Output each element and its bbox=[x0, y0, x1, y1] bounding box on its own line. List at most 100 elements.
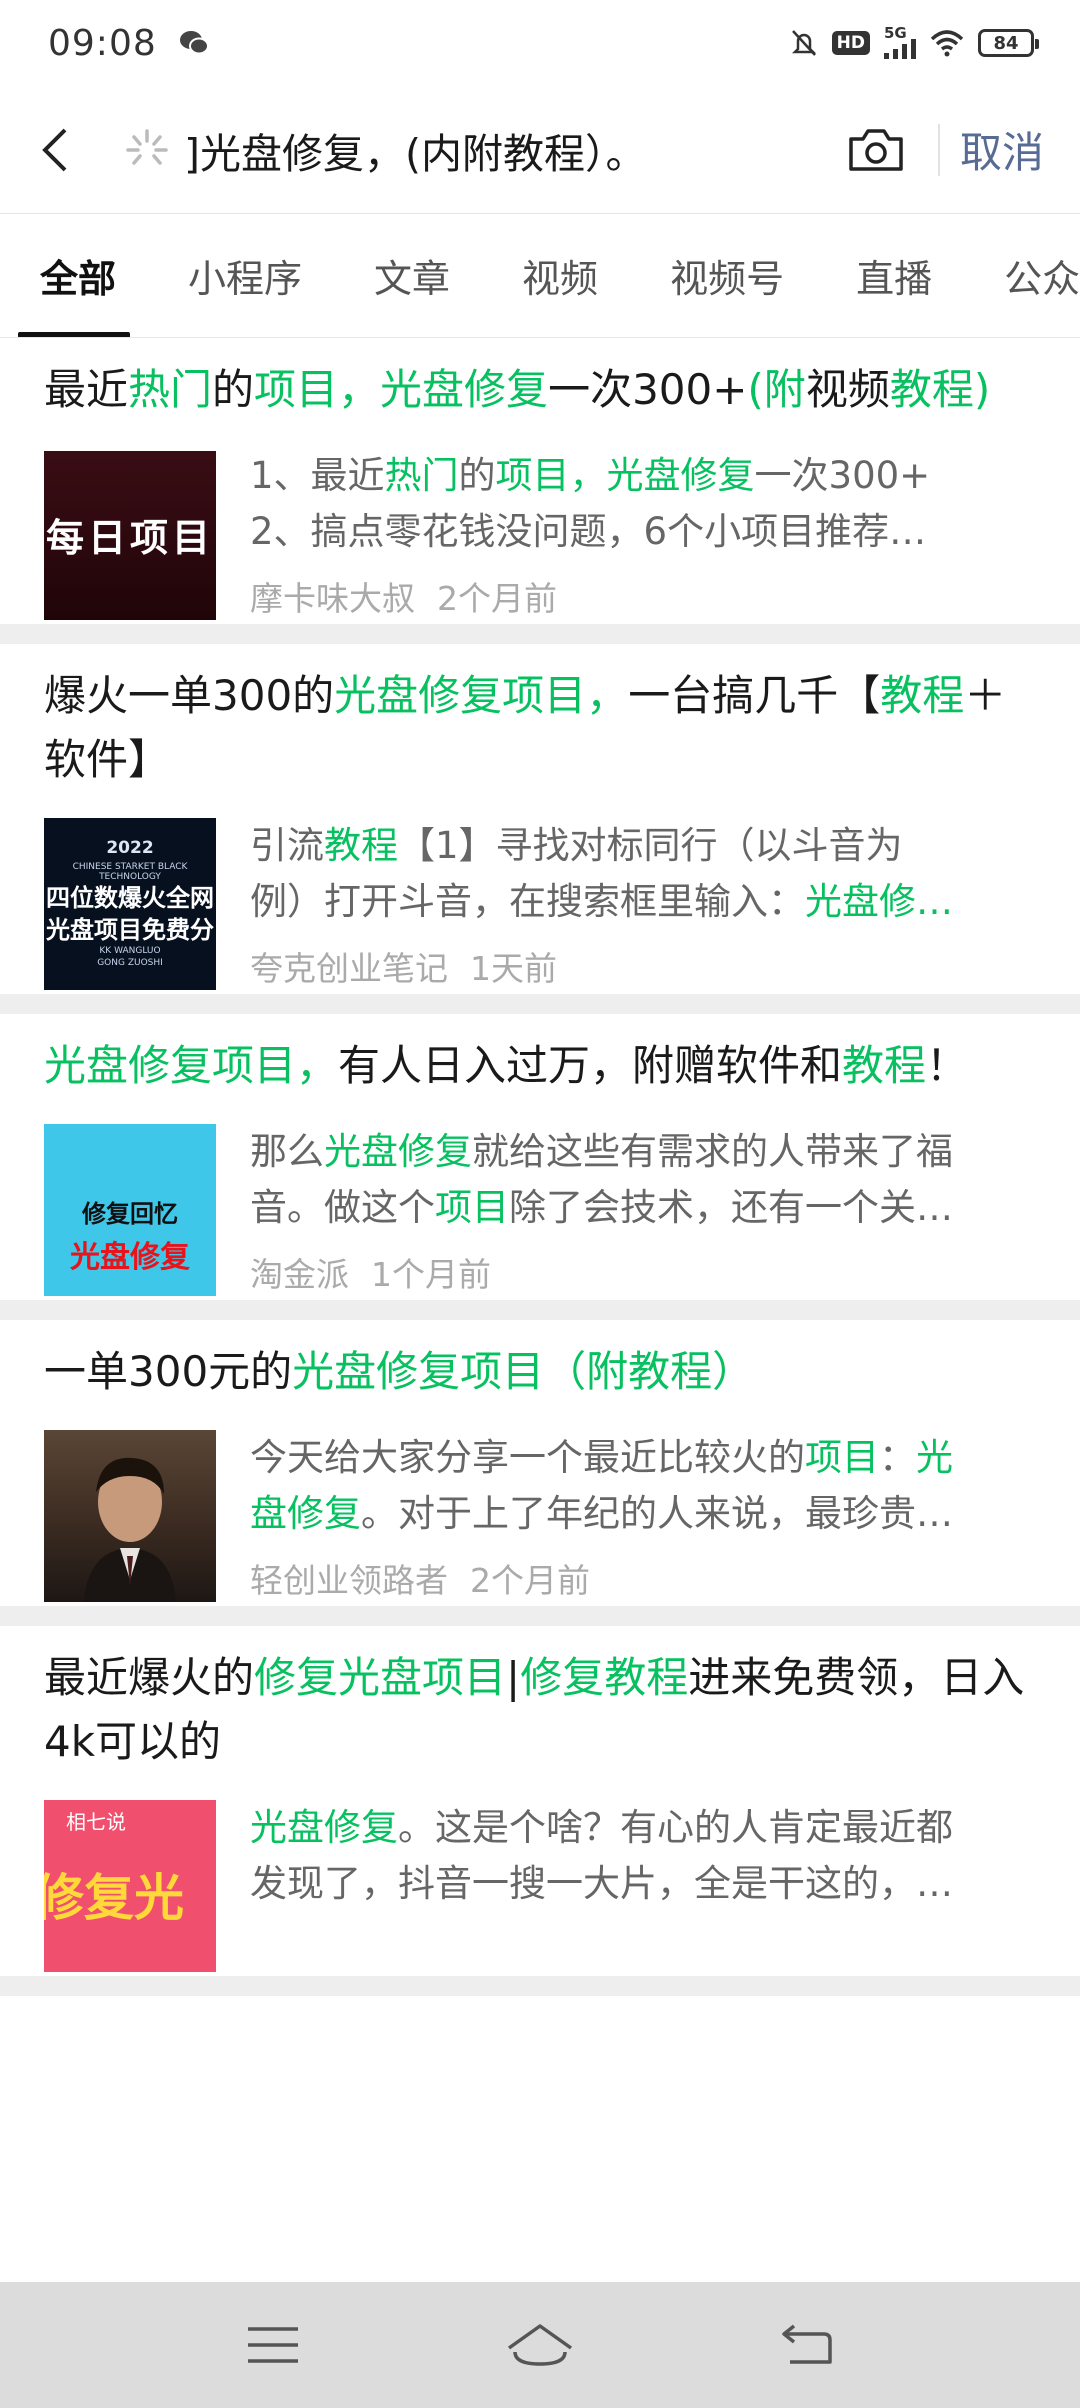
text-segment: 除了会技术，还有一个关… bbox=[509, 1186, 953, 1229]
result-time: 2个月前 bbox=[437, 579, 557, 618]
home-button[interactable] bbox=[480, 2295, 600, 2395]
text-segment: ！ bbox=[926, 1041, 969, 1090]
highlight-text: 项目，光盘修复 bbox=[254, 365, 549, 414]
tab-all[interactable]: 全部 bbox=[0, 214, 152, 337]
signal-icon bbox=[884, 39, 916, 59]
highlight-text: 教程 bbox=[324, 824, 398, 867]
result-card[interactable]: 爆火一单300的光盘修复项目，一台搞几千【教程＋软件】 2022 CHINESE… bbox=[0, 644, 1080, 1014]
cancel-button[interactable]: 取消 bbox=[960, 119, 1044, 180]
highlight-text: (附 bbox=[747, 365, 806, 414]
result-card[interactable]: 光盘修复项目，有人日入过万，附赠软件和教程！ 修复回忆 光盘修复 那么光盘修复就… bbox=[0, 1014, 1080, 1320]
text-segment: 音。做这个 bbox=[250, 1186, 435, 1229]
signal-group: 5G bbox=[884, 26, 916, 59]
thumbnail-caption1: KK WANGLUO bbox=[99, 946, 161, 956]
search-header: ]光盘修复，(内附教程）。 取消 bbox=[0, 86, 1080, 214]
result-title[interactable]: 光盘修复项目，有人日入过万，附赠软件和教程！ bbox=[44, 1034, 1036, 1098]
battery-indicator: 84 bbox=[978, 29, 1039, 57]
text-segment: 的 bbox=[458, 454, 496, 497]
snippet-line: 例）打开斗音，在搜索框里输入：光盘修… bbox=[250, 874, 1036, 930]
tab-mini-programs[interactable]: 小程序 bbox=[152, 214, 338, 337]
status-icons: HD 5G 84 bbox=[790, 26, 1039, 59]
tab-articles[interactable]: 文章 bbox=[338, 214, 486, 337]
menu-icon bbox=[248, 2327, 299, 2363]
thumbnail-label: 相七说 bbox=[66, 1810, 126, 1834]
portrait-image bbox=[84, 1457, 176, 1602]
thumbnail-line1: 修复回忆 bbox=[82, 1200, 178, 1228]
result-body: 2022 CHINESE STARKET BLACK TECHNOLOGY 四位… bbox=[44, 818, 1036, 994]
result-text: 1、最近热门的项目，光盘修复一次300+ 2、搞点零花钱没问题，6个小项目推荐… … bbox=[250, 448, 1036, 624]
result-thumbnail[interactable] bbox=[44, 1430, 216, 1602]
text-segment: 最近爆火的 bbox=[44, 1653, 255, 1702]
result-source[interactable]: 夸克创业笔记 bbox=[250, 949, 448, 988]
highlight-text: 光盘修复项目， bbox=[334, 671, 629, 720]
result-thumbnail[interactable]: 每日项目 bbox=[44, 448, 216, 620]
result-snippet: 引流教程【1】寻找对标同行（以斗音为 例）打开斗音，在搜索框里输入：光盘修… bbox=[250, 818, 1036, 930]
text-segment: 一次300+ bbox=[754, 454, 931, 497]
result-thumbnail[interactable]: 2022 CHINESE STARKET BLACK TECHNOLOGY 四位… bbox=[44, 818, 216, 990]
home-icon bbox=[507, 2324, 572, 2366]
camera-icon bbox=[849, 128, 903, 171]
search-query-text[interactable]: ]光盘修复，(内附教程）。 bbox=[184, 120, 647, 180]
result-thumbnail[interactable]: 修复回忆 光盘修复 bbox=[44, 1124, 216, 1296]
result-meta: 淘金派 1个月前 bbox=[250, 1250, 1036, 1300]
thumbnail-line1: 四位数爆火全网 bbox=[46, 884, 214, 912]
snippet-line: 发现了，抖音一搜一大片，全是干这的，… bbox=[250, 1856, 1036, 1912]
battery-level: 84 bbox=[993, 32, 1019, 54]
camera-button[interactable] bbox=[826, 105, 926, 195]
tab-channels[interactable]: 视频号 bbox=[634, 214, 820, 337]
status-time: 09:08 bbox=[48, 22, 157, 64]
result-title[interactable]: 爆火一单300的光盘修复项目，一台搞几千【教程＋软件】 bbox=[44, 664, 1036, 792]
highlight-text: 项目，光盘修复 bbox=[495, 454, 755, 497]
result-body: 修复回忆 光盘修复 那么光盘修复就给这些有需求的人带来了福 音。做这个项目除了会技… bbox=[44, 1124, 1036, 1300]
result-card[interactable]: 一单300元的光盘修复项目（附教程） 今天给大家分享一个最近比较火的项目：光 盘修… bbox=[0, 1320, 1080, 1626]
highlight-text: 光 bbox=[916, 1436, 953, 1479]
highlight-text: 项目 bbox=[805, 1436, 879, 1479]
text-segment: 一次300+ bbox=[548, 365, 748, 414]
text-segment: 1、最近 bbox=[250, 454, 385, 497]
result-source[interactable]: 轻创业领路者 bbox=[250, 1561, 448, 1600]
highlight-text: 教程 bbox=[880, 671, 965, 720]
snippet-line: 1、最近热门的项目，光盘修复一次300+ bbox=[250, 448, 1036, 504]
highlight-text: 热门 bbox=[128, 365, 213, 414]
highlight-text: 光盘修复项目（附教程） bbox=[292, 1347, 755, 1396]
result-text: 引流教程【1】寻找对标同行（以斗音为 例）打开斗音，在搜索框里输入：光盘修… 夸克… bbox=[250, 818, 1036, 994]
result-meta: 夸克创业笔记 1天前 bbox=[250, 944, 1036, 994]
result-card[interactable]: 最近爆火的修复光盘项目|修复教程进来免费领，日入4k可以的 相七说 修复光 光盘… bbox=[0, 1626, 1080, 1996]
search-box[interactable]: ]光盘修复，(内附教程）。 bbox=[110, 105, 826, 195]
highlight-text: 教程) bbox=[889, 365, 991, 414]
result-card[interactable]: 最近热门的项目，光盘修复一次300+(附视频教程) 每日项目 1、最近热门的项目… bbox=[0, 338, 1080, 644]
result-snippet: 今天给大家分享一个最近比较火的项目：光 盘修复。对于上了年纪的人来说，最珍贵… bbox=[250, 1430, 1036, 1542]
result-source[interactable]: 摩卡味大叔 bbox=[250, 579, 415, 618]
highlight-text: 修复教程 bbox=[520, 1653, 689, 1702]
tab-videos[interactable]: 视频 bbox=[486, 214, 634, 337]
result-title[interactable]: 最近热门的项目，光盘修复一次300+(附视频教程) bbox=[44, 358, 1036, 422]
highlight-text: 光盘修复项目， bbox=[44, 1041, 339, 1090]
status-bar: 09:08 HD 5G 84 bbox=[0, 0, 1080, 86]
category-tabs: 全部 小程序 文章 视频 视频号 直播 公众号 bbox=[0, 214, 1080, 338]
text-segment: 有人日入过万，附赠软件和 bbox=[338, 1041, 843, 1090]
mute-icon bbox=[791, 30, 816, 56]
result-source[interactable]: 淘金派 bbox=[250, 1255, 349, 1294]
result-title[interactable]: 一单300元的光盘修复项目（附教程） bbox=[44, 1340, 1036, 1404]
menu-button[interactable] bbox=[213, 2295, 333, 2395]
thumbnail-caption2: GONG ZUOSHI bbox=[97, 958, 163, 968]
text-segment: 一台搞几千【 bbox=[628, 671, 881, 720]
result-title[interactable]: 最近爆火的修复光盘项目|修复教程进来免费领，日入4k可以的 bbox=[44, 1646, 1036, 1774]
thumbnail-line2: 光盘项目免费分 bbox=[46, 916, 214, 944]
tab-live[interactable]: 直播 bbox=[820, 214, 968, 337]
highlight-text: 热门 bbox=[384, 454, 459, 497]
result-snippet: 1、最近热门的项目，光盘修复一次300+ 2、搞点零花钱没问题，6个小项目推荐… bbox=[250, 448, 1036, 560]
tab-official-accounts[interactable]: 公众号 bbox=[968, 214, 1080, 337]
result-thumbnail[interactable]: 相七说 修复光 bbox=[44, 1800, 216, 1972]
text-segment: | bbox=[506, 1653, 521, 1702]
back-button[interactable] bbox=[0, 86, 110, 214]
search-results: 最近热门的项目，光盘修复一次300+(附视频教程) 每日项目 1、最近热门的项目… bbox=[0, 338, 1080, 2282]
thumbnail-year: 2022 bbox=[106, 838, 154, 858]
highlight-text: 项目 bbox=[435, 1186, 509, 1229]
text-segment: 。对于上了年纪的人来说，最珍贵… bbox=[361, 1492, 953, 1535]
highlight-text: 光盘修复 bbox=[324, 1130, 472, 1173]
highlight-text: 光盘修复 bbox=[250, 1806, 398, 1849]
result-text: 那么光盘修复就给这些有需求的人带来了福 音。做这个项目除了会技术，还有一个关… 淘… bbox=[250, 1124, 1036, 1300]
wechat-icon bbox=[179, 31, 209, 55]
back-nav-button[interactable] bbox=[747, 2295, 867, 2395]
